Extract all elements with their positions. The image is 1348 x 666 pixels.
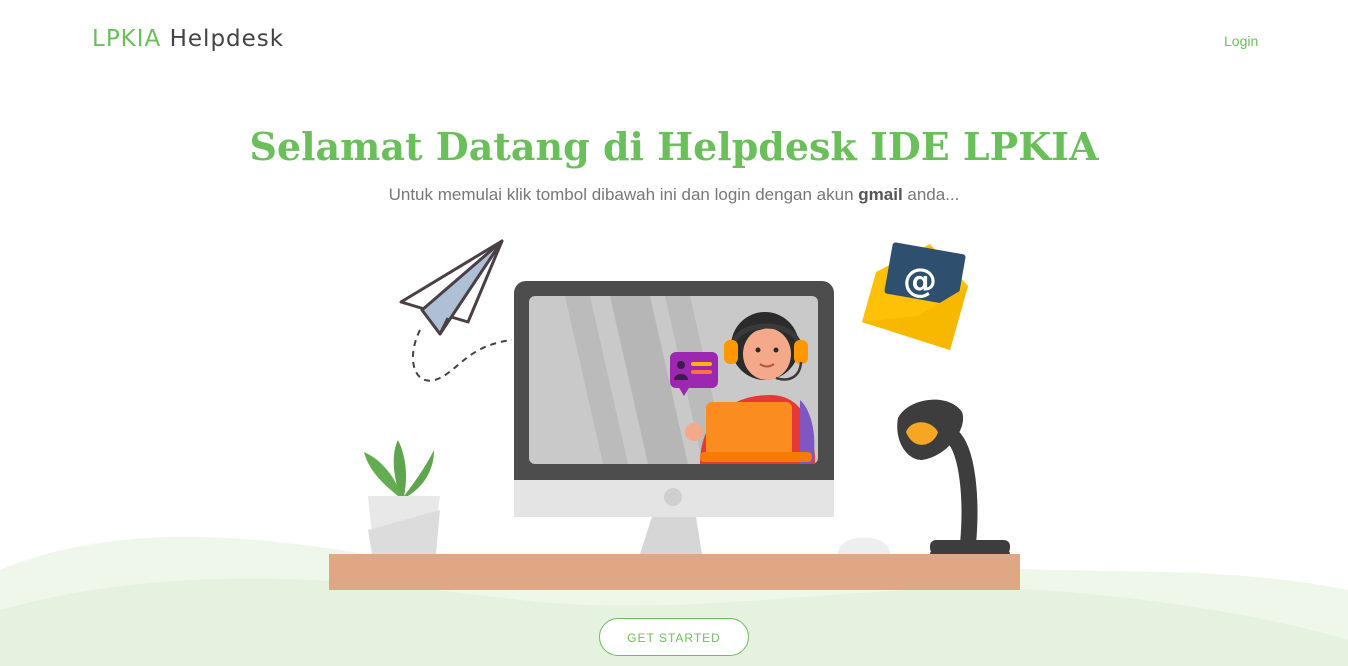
hero-subtitle-after: anda... (902, 185, 960, 204)
brand-primary: LPKIA (92, 26, 162, 52)
navbar: LPKIA Helpdesk Login (0, 0, 1348, 82)
get-started-button[interactable]: GET STARTED (599, 618, 749, 656)
hero-subtitle: Untuk memulai klik tombol dibawah ini da… (0, 185, 1348, 205)
login-link[interactable]: Login (1224, 33, 1258, 49)
email-at-symbol: @ (903, 261, 937, 301)
mouse-icon (838, 537, 890, 554)
hero-subtitle-before: Untuk memulai klik tombol dibawah ini da… (388, 185, 859, 204)
helpdesk-illustration: @ (0, 239, 1348, 666)
hero-title: Selamat Datang di Helpdesk IDE LPKIA (249, 124, 1099, 169)
plant-icon (364, 440, 440, 554)
brand-logo[interactable]: LPKIA Helpdesk (92, 26, 284, 52)
email-envelope-icon: @ (862, 242, 968, 350)
brand-secondary: Helpdesk (169, 26, 285, 52)
desk-lamp-icon (897, 399, 1010, 554)
desk (329, 554, 1020, 590)
paper-plane-icon (399, 239, 513, 382)
hero-subtitle-gmail: gmail (858, 185, 903, 204)
